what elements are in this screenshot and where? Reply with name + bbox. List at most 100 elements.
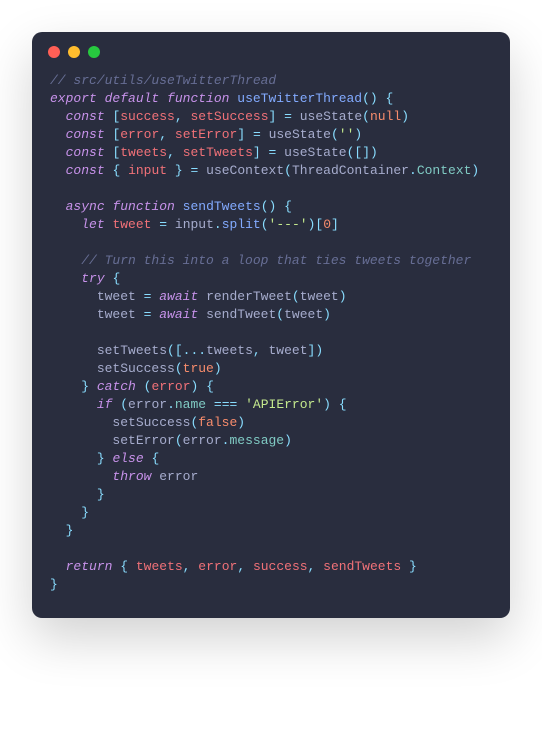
code-token: success: [120, 109, 175, 124]
code-token: '---': [269, 217, 308, 232]
maximize-icon[interactable]: [88, 46, 100, 58]
code-token: .: [409, 163, 417, 178]
code-token: [50, 271, 81, 286]
code-token: [198, 163, 206, 178]
code-token: [261, 145, 269, 160]
code-token: let: [81, 217, 104, 232]
code-token: [50, 415, 112, 430]
code-token: ): [354, 127, 362, 142]
code-token: error: [120, 127, 159, 142]
code-token: ): [323, 307, 331, 322]
code-token: ): [323, 397, 331, 412]
code-token: if: [97, 397, 113, 412]
code-token: name: [175, 397, 206, 412]
code-token: tweets: [120, 145, 167, 160]
code-token: useState: [269, 127, 331, 142]
code-line: } else {: [50, 451, 159, 466]
code-line: setSuccess(true): [50, 361, 222, 376]
code-token: [50, 379, 81, 394]
code-token: [198, 307, 206, 322]
code-token: '': [339, 127, 355, 142]
code-token: [276, 145, 284, 160]
code-token: [276, 199, 284, 214]
code-token: async: [66, 199, 105, 214]
code-line: tweet = await renderTweet(tweet): [50, 289, 347, 304]
code-token: sendTweets: [183, 199, 261, 214]
code-token: else: [112, 451, 143, 466]
code-token: [175, 145, 183, 160]
code-token: [261, 127, 269, 142]
code-token: [50, 289, 97, 304]
code-token: [50, 559, 66, 574]
code-token: setSuccess: [112, 415, 190, 430]
code-token: }: [50, 577, 58, 592]
code-token: (: [120, 397, 128, 412]
code-token: sendTweets: [323, 559, 401, 574]
code-token: ): [339, 289, 347, 304]
code-token: ,: [159, 127, 167, 142]
code-token: (: [292, 289, 300, 304]
code-token: ...: [183, 343, 206, 358]
code-token: setError: [175, 127, 237, 142]
code-token: error: [183, 433, 222, 448]
code-token: .: [167, 397, 175, 412]
code-token: [378, 91, 386, 106]
code-token: [292, 109, 300, 124]
code-line: const [error, setError] = useState(''): [50, 127, 362, 142]
code-token: [50, 307, 97, 322]
code-token: await: [159, 307, 198, 322]
minimize-icon[interactable]: [68, 46, 80, 58]
code-token: ]: [331, 217, 339, 232]
code-line: const [tweets, setTweets] = useState([]): [50, 145, 378, 160]
code-token: tweet: [261, 343, 308, 358]
code-token: [50, 199, 66, 214]
code-token: ,: [175, 109, 183, 124]
code-line: const [success, setSuccess] = useState(n…: [50, 109, 409, 124]
code-token: ): [237, 415, 245, 430]
code-token: 0: [323, 217, 331, 232]
code-token: error: [151, 379, 190, 394]
code-token: 'APIError': [245, 397, 323, 412]
code-token: (: [362, 91, 370, 106]
code-token: [136, 379, 144, 394]
code-token: ,: [237, 559, 245, 574]
code-token: [128, 559, 136, 574]
code-token: ): [214, 361, 222, 376]
code-token: ): [370, 145, 378, 160]
code-token: {: [339, 397, 347, 412]
code-token: [50, 433, 112, 448]
code-token: useTwitterThread: [237, 91, 362, 106]
code-token: (: [261, 217, 269, 232]
code-token: [50, 487, 97, 502]
code-token: [50, 127, 66, 142]
code-token: [331, 397, 339, 412]
code-token: [50, 361, 97, 376]
code-token: catch: [97, 379, 136, 394]
code-token: =: [284, 109, 292, 124]
code-token: {: [151, 451, 159, 466]
code-token: message: [229, 433, 284, 448]
code-token: ): [284, 433, 292, 448]
code-token: await: [159, 289, 198, 304]
code-token: {: [284, 199, 292, 214]
code-token: function: [167, 91, 229, 106]
code-token: ,: [167, 145, 175, 160]
code-token: =: [253, 127, 261, 142]
code-token: ): [471, 163, 479, 178]
code-token: [237, 397, 245, 412]
code-token: throw: [112, 469, 151, 484]
code-token: {: [120, 559, 128, 574]
window-titlebar: [32, 32, 510, 68]
code-token: }: [66, 523, 74, 538]
close-icon[interactable]: [48, 46, 60, 58]
code-token: error: [128, 397, 167, 412]
code-token: (: [167, 343, 175, 358]
code-token: {: [112, 271, 120, 286]
code-token: tweet: [284, 307, 323, 322]
code-token: function: [112, 199, 174, 214]
code-token: {: [386, 91, 394, 106]
code-token: tweet: [97, 289, 144, 304]
code-token: [50, 451, 97, 466]
code-token: renderTweet: [206, 289, 292, 304]
code-token: (: [331, 127, 339, 142]
